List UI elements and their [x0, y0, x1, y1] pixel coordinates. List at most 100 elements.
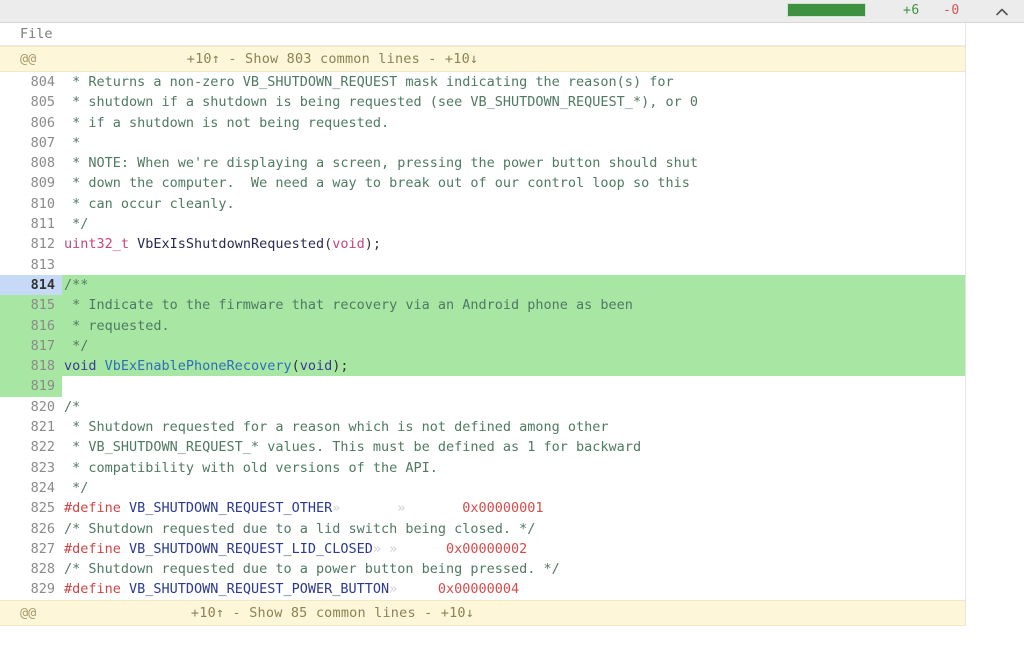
line-content[interactable]: #define VB_SHUTDOWN_REQUEST_OTHER» » 0x0… — [62, 498, 965, 518]
code-line[interactable]: 809 * down the computer. We need a way t… — [0, 173, 965, 194]
line-content[interactable]: #define VB_SHUTDOWN_REQUEST_LID_CLOSED» … — [62, 539, 965, 559]
line-number[interactable]: 810 — [0, 193, 62, 215]
code-line[interactable]: 829 #define VB_SHUTDOWN_REQUEST_POWER_BUT… — [0, 579, 965, 600]
code-line[interactable]: 807 * — [0, 132, 965, 154]
code-line[interactable]: 810 * can occur cleanly. — [0, 193, 965, 215]
code-token: » » — [372, 540, 447, 557]
line-number[interactable]: 821 — [0, 417, 62, 438]
line-number[interactable]: 807 — [0, 132, 62, 154]
line-content[interactable]: /* — [62, 397, 965, 417]
line-number[interactable]: 814 — [0, 274, 62, 296]
line-content[interactable]: /* Shutdown requested due to a lid switc… — [62, 519, 965, 539]
hunk-expand-row-top[interactable]: @@ +10↑ - Show 803 common lines - +10↓ — [0, 46, 965, 72]
line-content[interactable]: * compatibility with old versions of the… — [62, 458, 965, 478]
code-line[interactable]: 822 * VB_SHUTDOWN_REQUEST_* values. This… — [0, 437, 965, 458]
line-content[interactable]: /* Shutdown requested due to a power but… — [62, 559, 965, 579]
line-number[interactable]: 823 — [0, 457, 62, 478]
code-line[interactable]: 808 * NOTE: When we're displaying a scre… — [0, 153, 965, 174]
line-content[interactable]: * shutdown if a shutdown is being reques… — [62, 92, 965, 112]
code-token: ( — [291, 358, 300, 375]
code-line[interactable]: 804 * Returns a non-zero VB_SHUTDOWN_REQ… — [0, 72, 965, 93]
file-column-label: File — [20, 26, 53, 42]
line-content[interactable]: * if a shutdown is not being requested. — [62, 113, 965, 133]
code-token: VB_SHUTDOWN_REQUEST_LID_CLOSED — [120, 540, 373, 557]
line-content[interactable]: * down the computer. We need a way to br… — [62, 173, 965, 193]
code-line[interactable]: 814/** — [0, 274, 965, 296]
code-token: */ — [64, 216, 89, 233]
code-token: ); — [332, 358, 349, 375]
code-line[interactable]: 821 * Shutdown requested for a reason wh… — [0, 417, 965, 438]
code-token: » » — [332, 500, 463, 517]
line-content[interactable]: * NOTE: When we're displaying a screen, … — [62, 153, 965, 173]
line-number[interactable]: 825 — [0, 498, 62, 519]
line-number[interactable]: 816 — [0, 315, 62, 336]
line-number[interactable]: 808 — [0, 153, 62, 174]
code-token: ); — [364, 236, 382, 253]
line-number[interactable]: 809 — [0, 173, 62, 194]
line-number[interactable]: 824 — [0, 477, 62, 499]
code-line[interactable]: 819 — [0, 376, 965, 397]
line-content[interactable]: */ — [62, 478, 965, 498]
line-content[interactable]: * Indicate to the firmware that recovery… — [62, 295, 965, 316]
line-number[interactable]: 822 — [0, 437, 62, 458]
line-content[interactable]: * Returns a non-zero VB_SHUTDOWN_REQUEST… — [62, 72, 965, 92]
line-content[interactable]: * Shutdown requested for a reason which … — [62, 417, 965, 437]
line-number[interactable]: 820 — [0, 396, 62, 418]
code-lines-container: 804 * Returns a non-zero VB_SHUTDOWN_REQ… — [0, 72, 965, 600]
code-line[interactable]: 824 */ — [0, 477, 965, 499]
code-token: * shutdown if a shutdown is being reques… — [64, 94, 698, 111]
code-line[interactable]: 818 void VbExEnablePhoneRecovery(void); — [0, 356, 965, 377]
code-line[interactable]: 806 * if a shutdown is not being request… — [0, 112, 965, 133]
hunk-expand-row-bottom[interactable]: @@ +10↑ - Show 85 common lines - +10↓ — [0, 599, 965, 626]
code-line[interactable]: 823 * compatibility with old versions of… — [0, 457, 965, 478]
line-content[interactable]: void VbExEnablePhoneRecovery(void); — [62, 356, 965, 377]
code-token: * NOTE: When we're displaying a screen, … — [64, 155, 698, 172]
code-token: /* — [64, 398, 81, 415]
hunk-expand-label-bottom[interactable]: +10↑ - Show 85 common lines - +10↓ — [0, 605, 965, 621]
code-token: */ — [64, 337, 89, 354]
line-content[interactable]: * — [62, 133, 965, 153]
code-line[interactable]: 816 * requested. — [0, 315, 965, 336]
code-token: * requested. — [64, 317, 170, 334]
code-line[interactable]: 827 #define VB_SHUTDOWN_REQUEST_LID_CLOSE… — [0, 538, 965, 560]
line-content[interactable]: #define VB_SHUTDOWN_REQUEST_POWER_BUTTON… — [62, 579, 965, 599]
code-line[interactable]: 815 * Indicate to the firmware that reco… — [0, 295, 965, 316]
code-line[interactable]: 826/* Shutdown requested due to a lid sw… — [0, 518, 965, 539]
code-line[interactable]: 817 */ — [0, 335, 965, 357]
line-number[interactable]: 805 — [0, 92, 62, 113]
line-content[interactable]: */ — [62, 335, 965, 357]
line-number[interactable]: 813 — [0, 254, 62, 275]
line-content[interactable]: * requested. — [62, 315, 965, 336]
line-number[interactable]: 812 — [0, 234, 62, 255]
line-number[interactable]: 811 — [0, 214, 62, 235]
line-number[interactable]: 817 — [0, 335, 62, 357]
line-content[interactable]: uint32_t VbExIsShutdownRequested(void); — [62, 234, 965, 254]
line-number[interactable]: 828 — [0, 559, 62, 580]
hunk-expand-label-top[interactable]: +10↑ - Show 803 common lines - +10↓ — [0, 51, 965, 67]
line-number[interactable]: 829 — [0, 579, 62, 600]
line-content[interactable]: * VB_SHUTDOWN_REQUEST_* values. This mus… — [62, 437, 965, 457]
line-content[interactable]: /** — [62, 274, 965, 296]
code-line[interactable]: 828/* Shutdown requested due to a power … — [0, 559, 965, 580]
code-line[interactable]: 820/* — [0, 396, 965, 418]
line-number[interactable]: 826 — [0, 518, 62, 539]
code-token: #define — [64, 540, 121, 557]
code-line[interactable]: 812 uint32_t VbExIsShutdownRequested(void… — [0, 234, 965, 255]
line-number[interactable]: 815 — [0, 295, 62, 316]
line-content[interactable]: */ — [62, 214, 965, 234]
line-number[interactable]: 819 — [0, 376, 62, 397]
code-line[interactable]: 825 #define VB_SHUTDOWN_REQUEST_OTHER» » … — [0, 498, 965, 519]
line-number[interactable]: 818 — [0, 356, 62, 377]
line-number[interactable]: 827 — [0, 538, 62, 560]
code-token: /* Shutdown requested due to a lid switc… — [64, 520, 536, 537]
code-token: * — [64, 134, 81, 151]
line-number[interactable]: 804 — [0, 72, 62, 93]
code-line[interactable]: 813 — [0, 254, 965, 275]
chevron-up-icon[interactable] — [994, 4, 1010, 20]
line-content[interactable]: * can occur cleanly. — [62, 194, 965, 214]
code-token: 0x00000004 — [437, 581, 520, 598]
code-token: void — [332, 236, 365, 253]
code-line[interactable]: 805 * shutdown if a shutdown is being re… — [0, 92, 965, 113]
code-line[interactable]: 811 */ — [0, 214, 965, 235]
line-number[interactable]: 806 — [0, 112, 62, 133]
